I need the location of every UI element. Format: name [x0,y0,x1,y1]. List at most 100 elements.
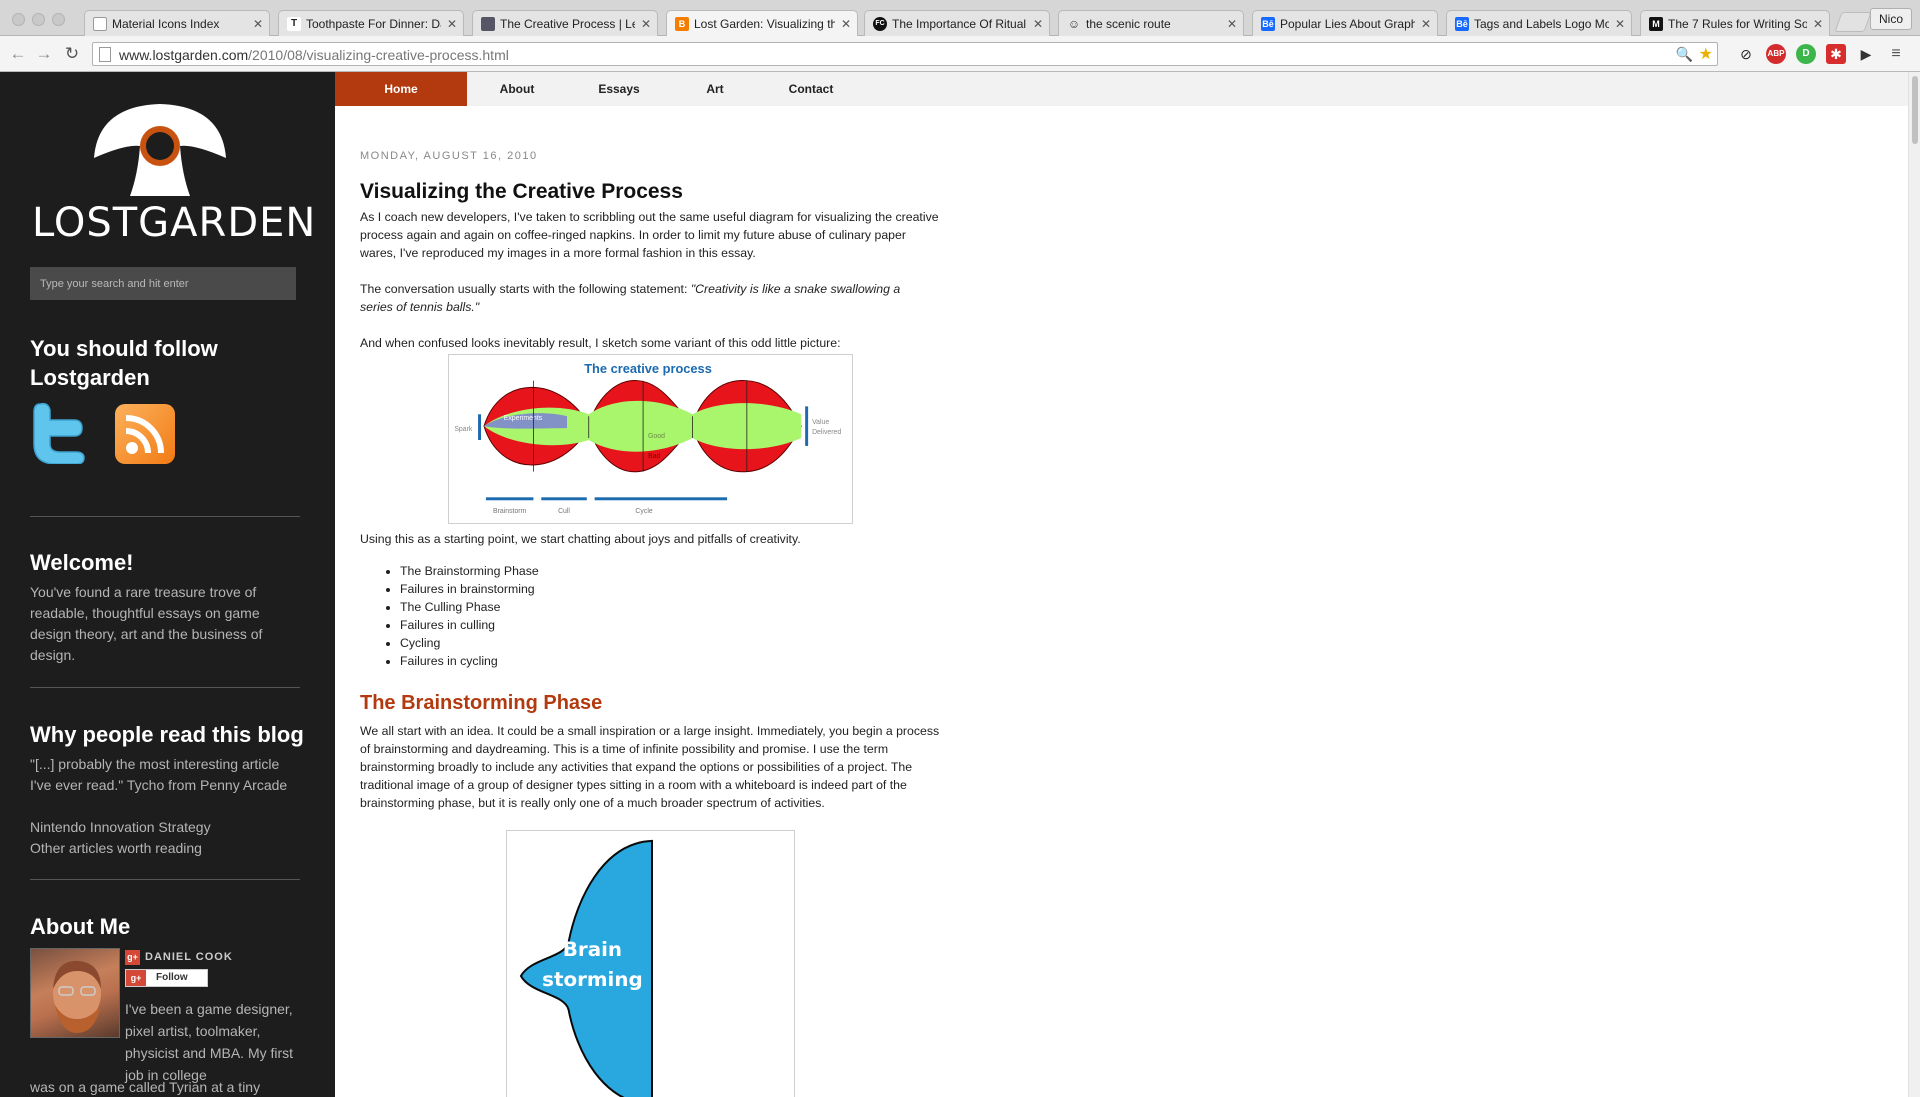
scrollbar-thumb[interactable] [1912,76,1918,144]
profile-button[interactable]: Nico [1869,8,1912,30]
post-after-diagram: Using this as a starting point, we start… [360,532,801,546]
avatar[interactable] [30,948,120,1038]
tab-label: Tags and Labels Logo Moc [1474,16,1609,31]
close-tab-icon[interactable]: ✕ [641,17,651,31]
browser-tab[interactable]: Bē Popular Lies About Graphic ✕ [1252,10,1438,36]
browser-toolbar: ← → ↻ www.lostgarden.com/2010/08/visuali… [0,36,1920,72]
list-item: The Culling Phase [400,598,539,616]
browser-tab[interactable]: T Toothpaste For Dinner: Dai ✕ [278,10,464,36]
extension-sync-icon[interactable]: ⊘ [1736,44,1756,64]
adblock-icon[interactable]: ABP [1766,44,1786,64]
nav-about[interactable]: About [467,72,567,106]
tab-label: The Creative Process | Lea [500,16,635,31]
bookmark-star-icon[interactable]: ★ [1699,44,1713,64]
url-text[interactable]: www.lostgarden.com/2010/08/visualizing-c… [119,47,509,63]
browser-tab-active[interactable]: B Lost Garden: Visualizing th ✕ [666,10,858,36]
browser-tab[interactable]: Bē Tags and Labels Logo Moc ✕ [1446,10,1632,36]
section-heading: The Brainstorming Phase [360,692,603,714]
extension-green-icon[interactable]: D [1796,44,1816,64]
post-date: MONDAY, AUGUST 16, 2010 [360,150,538,162]
creative-process-diagram[interactable]: The creative process Spark Experiments G… [448,354,853,524]
close-tab-icon[interactable]: ✕ [1421,17,1431,31]
nav-contact[interactable]: Contact [759,72,863,106]
browser-tab[interactable]: FC The Importance Of Ritual T ✕ [864,10,1050,36]
follow-button[interactable]: g+ Follow [125,969,208,987]
nav-home[interactable]: Home [335,72,467,106]
tab-label: Material Icons Index [112,16,220,31]
about-heading: About Me [30,914,131,939]
post-title[interactable]: Visualizing the Creative Process [360,180,683,204]
forward-arrow-icon[interactable]: → [34,44,54,64]
browser-tab[interactable]: ☺ the scenic route ✕ [1058,10,1244,36]
brainstorming-diagram[interactable]: Brain storming [506,830,795,1097]
close-tab-icon[interactable]: ✕ [1813,17,1823,31]
browser-tab[interactable]: The Creative Process | Lea ✕ [472,10,658,36]
experiments-label: Experiments [504,415,543,422]
sidebar: LOSTGARDEN You should follow Lostgarden … [0,72,335,1097]
tfd-icon: T [287,16,301,31]
page-scrollbar[interactable] [1908,72,1920,1097]
lostgarden-logo[interactable] [90,100,230,200]
welcome-heading: Welcome! [30,550,134,575]
google-plus-icon: g+ [125,950,140,965]
tab-label: The 7 Rules for Writing Sof [1668,16,1807,31]
rss-icon[interactable] [115,404,175,464]
topic-list: The Brainstorming Phase Failures in brai… [400,562,539,670]
list-item: Failures in culling [400,616,539,634]
list-item: The Brainstorming Phase [400,562,539,580]
close-tab-icon[interactable]: ✕ [253,17,263,31]
post-confused: And when confused looks inevitably resul… [360,336,841,350]
window-close-button[interactable] [12,13,25,26]
storming-label: storming [542,968,643,991]
zoom-icon[interactable]: 🔍 [1676,46,1693,63]
author-name[interactable]: DANIEL COOK [145,951,233,963]
spark-label: Spark [454,426,473,433]
new-tab-button[interactable] [1834,12,1872,32]
behance-icon: Bē [1261,16,1275,31]
close-tab-icon[interactable]: ✕ [1227,17,1237,31]
divider [30,879,300,880]
browser-tab[interactable]: Material Icons Index ✕ [84,10,270,36]
window-zoom-button[interactable] [52,13,65,26]
menu-icon[interactable]: ≡ [1886,44,1906,64]
browser-tab[interactable]: M The 7 Rules for Writing Sof ✕ [1640,10,1830,36]
page-icon [93,16,107,31]
why-heading: Why people read this blog [30,722,304,747]
rss-glyph-icon [125,415,164,454]
nav-essays[interactable]: Essays [567,72,671,106]
back-arrow-icon[interactable]: ← [8,44,28,64]
tab-label: Popular Lies About Graphic [1280,16,1415,31]
search-input[interactable] [30,267,296,300]
extension-red-icon[interactable]: ✱ [1826,44,1846,64]
nav-art[interactable]: Art [671,72,759,106]
link-nintendo-innovation[interactable]: Nintendo Innovation Strategy [30,817,211,838]
reload-icon[interactable]: ↻ [62,44,82,64]
reader-quote: "[...] probably the most interesting art… [30,756,288,793]
spark-bar [478,414,482,440]
list-item: Cycling [400,634,539,652]
post-intro: As I coach new developers, I've taken to… [360,210,939,260]
list-item: Failures in cycling [400,652,539,670]
close-tab-icon[interactable]: ✕ [1615,17,1625,31]
link-other-articles[interactable]: Other articles worth reading [30,838,202,859]
cull-label: Cull [558,508,570,515]
tab-label: Toothpaste For Dinner: Dai [306,16,441,31]
close-tab-icon[interactable]: ✕ [447,17,457,31]
cast-icon[interactable]: ▶ [1856,44,1876,64]
brain-label: Brain [563,938,622,961]
address-bar[interactable]: www.lostgarden.com/2010/08/visualizing-c… [92,42,1718,66]
image-icon [481,16,495,31]
top-nav: Home About Essays Art Contact [335,72,1908,106]
twitter-icon[interactable] [30,400,88,464]
good-label: Good [648,433,665,440]
window-minimize-button[interactable] [32,13,45,26]
close-tab-icon[interactable]: ✕ [841,17,851,31]
tab-label: The Importance Of Ritual T [892,16,1027,31]
tab-label: the scenic route [1086,16,1171,31]
site-logo-text[interactable]: LOSTGARDEN [32,200,316,246]
smiley-icon: ☺ [1067,16,1081,31]
divider [30,687,300,688]
close-tab-icon[interactable]: ✕ [1033,17,1043,31]
tab-label: Lost Garden: Visualizing th [694,16,835,31]
value-label: Value [812,419,829,426]
